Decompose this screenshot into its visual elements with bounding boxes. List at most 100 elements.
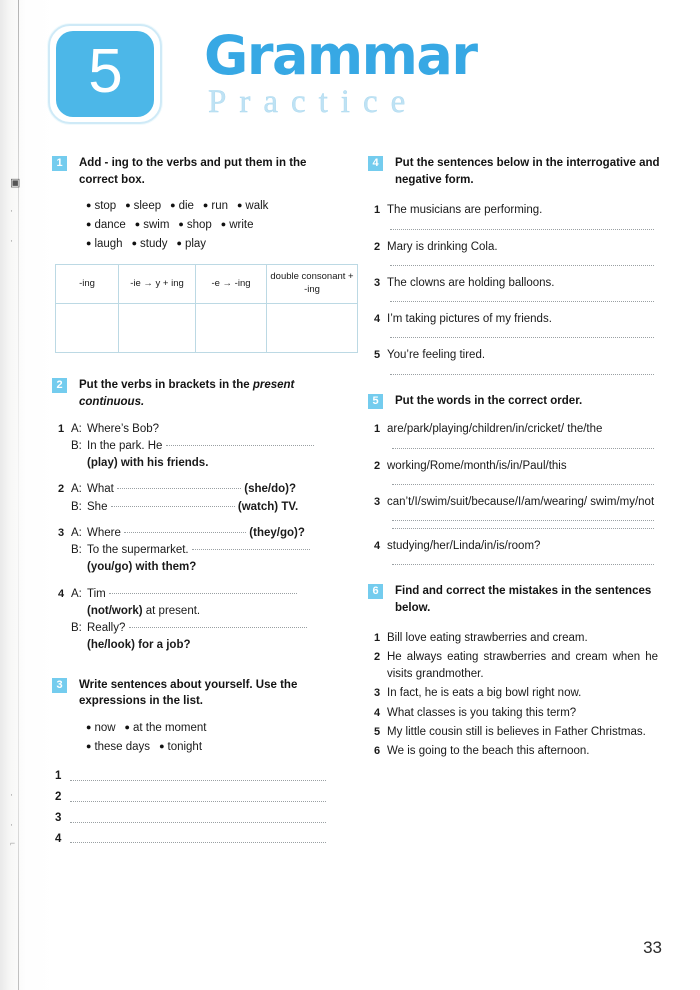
wordbank-row: ● now ● at the moment [86, 719, 344, 738]
dialog-text: In the park. He [87, 438, 344, 455]
dialog-line: (not/work) at present. [71, 603, 344, 620]
bullet-icon: ● [124, 721, 130, 732]
dialog-text: She (watch) TV. [87, 499, 344, 516]
item-number: 4 [374, 540, 381, 553]
exercise-4-head: 4 Put the sentences below in the interro… [368, 155, 660, 188]
speaker-label: B: [71, 439, 82, 452]
wordbank-item: ● now [86, 722, 116, 734]
answer-blank[interactable] [70, 779, 326, 781]
wordbank-item: ● tonight [159, 741, 202, 753]
table-header-cell: -ie → y + ing [118, 264, 196, 305]
answer-blank[interactable] [108, 592, 297, 594]
bullet-icon: ● [170, 200, 176, 211]
sentence-text[interactable]: He always eating strawberries and cream … [387, 649, 660, 684]
answer-blank[interactable] [392, 528, 654, 530]
sentence-text[interactable]: Bill love eating strawberries and cream. [387, 630, 660, 647]
answer-blank[interactable] [392, 564, 654, 566]
bullet-icon: ● [86, 740, 92, 751]
wordbank-item: ● dance [86, 219, 126, 231]
question-item: 2 He always eating strawberries and crea… [370, 649, 660, 684]
speaker-label: A: [71, 422, 82, 435]
word: laugh [94, 237, 123, 250]
answer-blank[interactable] [124, 531, 247, 533]
question-item: 2 Mary is drinking Cola. [370, 239, 660, 256]
exercise-number-badge: 5 [368, 393, 383, 409]
page-number: 33 [643, 938, 662, 957]
answer-blank[interactable] [70, 821, 326, 823]
answer-blank[interactable] [165, 444, 314, 446]
item-number: 1 [55, 770, 62, 783]
answer-blank[interactable] [390, 301, 654, 303]
bullet-icon: ● [178, 218, 184, 229]
item-number: 3 [374, 687, 381, 700]
bullet-icon: ● [86, 237, 92, 248]
speaker-label: B: [71, 500, 82, 513]
item-body: A: Where’s Bob? B: In the park. He (play… [71, 421, 344, 473]
unit-badge-fill: 5 [56, 31, 154, 117]
answer-blank[interactable] [117, 488, 242, 490]
sentence-text: The clowns are holding balloons. [387, 276, 555, 289]
sentence-text: The musicians are performing. [387, 204, 543, 217]
answer-cell[interactable] [118, 303, 196, 354]
wordbank-item: ● play [177, 238, 207, 250]
exercise-1-wordbank: ● stop ● sleep ● die ● run ● walk ● dance ● swim ● sho… [86, 197, 344, 253]
exercise-1-instruction: Add - ing to the verbs and put them in t… [79, 157, 307, 186]
bullet-icon: ● [176, 237, 182, 248]
item-number: 3 [55, 811, 62, 824]
instruction-text: Put the verbs in brackets in the [79, 379, 253, 392]
sentence-text[interactable]: We is going to the beach this afternoon. [387, 743, 660, 760]
answer-blank[interactable] [70, 800, 326, 802]
dialog-prompt: Where [87, 526, 121, 539]
answer-blank[interactable] [390, 373, 654, 375]
sentence-text[interactable]: My little cousin still is believes in Fa… [387, 724, 660, 741]
dialog-text: To the supermarket. [87, 542, 344, 559]
wordbank-row: ● laugh ● study ● play [86, 235, 344, 254]
answer-blank[interactable] [390, 228, 654, 230]
word: write [229, 218, 254, 231]
exercise-6-instruction: Find and correct the mistakes in the sen… [395, 585, 652, 614]
answer-blank[interactable] [191, 549, 310, 551]
answer-blank[interactable] [70, 842, 326, 844]
exercise-2: 2 Put the verbs in brackets in the prese… [52, 377, 344, 654]
speaker-label: A: [71, 587, 82, 600]
dialog-text: Tim [87, 586, 344, 603]
item-number: 1 [374, 204, 381, 217]
exercise-3-head: 3 Write sentences about yourself. Use th… [52, 677, 344, 710]
scrambled-words: working/Rome/month/is/in/Paul/this [387, 459, 567, 472]
left-column: 1 Add - ing to the verbs and put them in… [52, 155, 358, 864]
exercise-6-head: 6 Find and correct the mistakes in the s… [368, 583, 660, 616]
exercise-number-badge: 2 [52, 378, 67, 394]
answer-row: 4 [52, 833, 344, 847]
answer-blank[interactable] [110, 505, 235, 507]
verb-cue: (play) with his friends. [87, 457, 209, 470]
question-item: 2 A: What (she/do)? B: She (watch) TV. [54, 481, 344, 516]
answer-blank[interactable] [390, 264, 654, 266]
word: study [140, 237, 168, 250]
question-item: 6 We is going to the beach this afternoo… [370, 743, 660, 760]
exercise-3-wordbank: ● now ● at the moment ● these days ● tonight [86, 719, 344, 756]
answer-blank[interactable] [392, 520, 654, 522]
item-number: 5 [374, 725, 381, 738]
margin-artifact: · [10, 790, 13, 800]
answer-cell[interactable] [266, 303, 358, 354]
dialog-text: (he/look) for a job? [87, 637, 344, 654]
answer-cell[interactable] [55, 303, 119, 354]
question-item: 5 My little cousin still is believes in … [370, 724, 660, 741]
sentence-text[interactable]: In fact, he is eats a big bowl right now… [387, 685, 660, 702]
answer-blank[interactable] [390, 337, 654, 339]
item-body: A: Tim (not/work) at present. B: Really?… [71, 586, 344, 655]
answer-blank[interactable] [128, 627, 307, 629]
wordbank-item: ● swim [135, 219, 170, 231]
sentence-text[interactable]: What classes is you taking this term? [387, 705, 660, 722]
wordbank-row: ● stop ● sleep ● die ● run ● walk [86, 197, 344, 216]
verb-cue: (watch) TV. [237, 500, 299, 513]
exercise-number-badge: 3 [52, 677, 67, 693]
answer-cell[interactable] [195, 303, 267, 354]
word: play [184, 237, 207, 250]
item-number: 2 [374, 650, 381, 663]
answer-blank[interactable] [392, 447, 654, 449]
exercise-5-instruction: Put the words in the correct order. [395, 394, 583, 407]
answer-blank[interactable] [392, 483, 654, 485]
dialog-line: B: She (watch) TV. [71, 499, 344, 516]
bullet-icon: ● [220, 218, 227, 229]
